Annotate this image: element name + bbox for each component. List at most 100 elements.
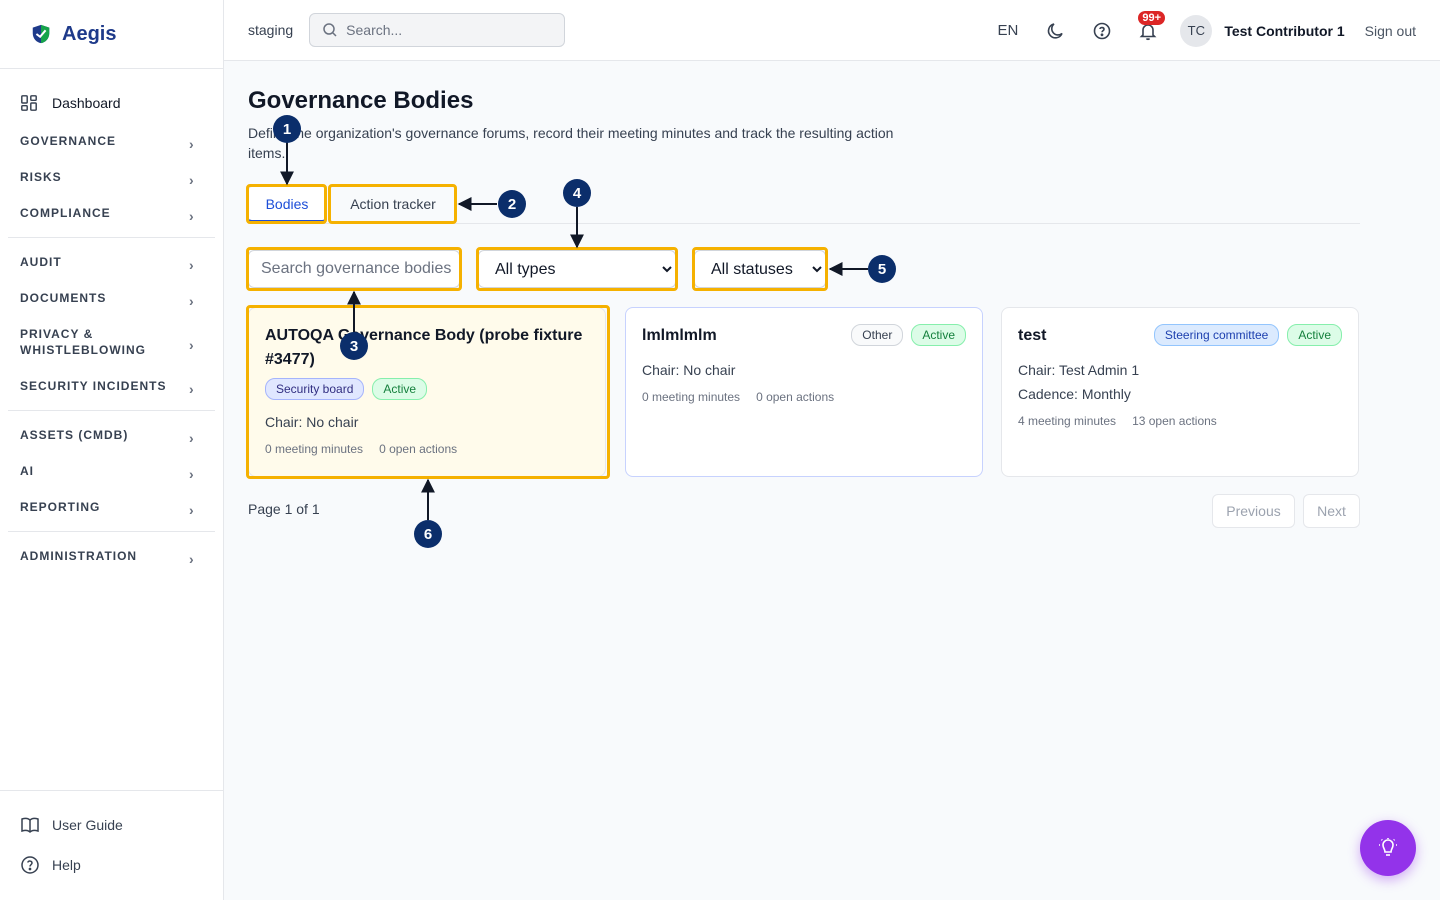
card-stats: 0 meeting minutes 0 open actions — [265, 442, 589, 456]
annotation-marker-2: 2 — [498, 190, 526, 218]
page-title: Governance Bodies — [248, 87, 474, 114]
sidebar-item-label: AI — [20, 464, 34, 478]
divider — [8, 410, 215, 411]
divider — [8, 531, 215, 532]
tab-bar: Bodies Action tracker — [248, 184, 1360, 224]
lightbulb-icon — [1379, 838, 1397, 856]
chevron-right-icon: › — [189, 136, 195, 152]
environment-label: staging — [248, 22, 294, 38]
sidebar-item-privacy[interactable]: PRIVACY & WHISTLEBLOWING › — [0, 316, 223, 368]
moon-icon[interactable] — [1046, 21, 1066, 41]
help-link[interactable]: Help — [0, 845, 223, 885]
chevron-right-icon: › — [189, 208, 195, 224]
notification-count-badge: 99+ — [1138, 10, 1165, 25]
topbar-right: EN 99+ TC Test Contributor 1 Sign out — [997, 0, 1416, 61]
sidebar-item-label: AUDIT — [20, 255, 62, 269]
tab-action-tracker[interactable]: Action tracker — [330, 186, 456, 222]
next-page-button[interactable]: Next — [1303, 494, 1360, 528]
avatar[interactable]: TC — [1180, 14, 1213, 47]
search-icon — [323, 23, 337, 37]
sidebar-item-assets[interactable]: ASSETS (CMDB) › — [0, 417, 223, 453]
governance-body-card[interactable]: test Steering committee Active Chair: Te… — [1001, 307, 1359, 477]
cadence-text: Cadence: Monthly — [1018, 386, 1131, 402]
sidebar-item-label: PRIVACY & WHISTLEBLOWING — [20, 327, 146, 357]
help-circle-icon — [21, 856, 39, 874]
brand[interactable]: Aegis — [0, 0, 223, 69]
status-badge: Active — [372, 378, 428, 400]
card-title: test — [1018, 327, 1047, 344]
sidebar-item-audit[interactable]: AUDIT › — [0, 244, 223, 280]
type-filter-select[interactable]: All types — [478, 250, 676, 288]
sidebar-item-compliance[interactable]: COMPLIANCE › — [0, 195, 223, 231]
card-badges: Other Active — [851, 324, 966, 346]
global-search[interactable] — [309, 13, 566, 47]
chevron-right-icon: › — [189, 337, 195, 353]
book-icon — [21, 817, 39, 834]
sidebar-item-label: ASSETS (CMDB) — [20, 428, 129, 442]
user-name[interactable]: Test Contributor 1 — [1224, 23, 1344, 39]
shield-logo-icon — [32, 24, 50, 44]
card-header: test Steering committee Active — [1018, 324, 1342, 348]
card-header: lmlmlmlm Other Active — [642, 324, 966, 348]
annotation-marker-4: 4 — [563, 179, 591, 207]
sidebar-item-ai[interactable]: AI › — [0, 453, 223, 489]
sidebar-item-documents[interactable]: DOCUMENTS › — [0, 280, 223, 316]
sidebar-item-administration[interactable]: ADMINISTRATION › — [0, 538, 223, 574]
sidebar-nav: Dashboard GOVERNANCE › RISKS › COMPLIANCE ›… — [0, 69, 223, 574]
governance-body-card[interactable]: lmlmlmlm Other Active Chair: No chair 0 … — [625, 307, 983, 477]
tab-bodies[interactable]: Bodies — [248, 186, 326, 222]
card-chair: Chair: Test Admin 1 Cadence: Monthly — [1018, 358, 1342, 406]
card-stats: 0 meeting minutes 0 open actions — [642, 390, 966, 404]
chevron-right-icon: › — [189, 293, 195, 309]
sidebar-item-label: DOCUMENTS — [20, 291, 107, 305]
card-badges: Steering committee Active — [1153, 324, 1342, 346]
meeting-minutes-count: 4 meeting minutes — [1018, 414, 1117, 428]
card-chair: Chair: No chair — [642, 362, 736, 378]
chevron-right-icon: › — [189, 172, 195, 188]
sidebar-item-label: RISKS — [20, 170, 62, 184]
chevron-right-icon: › — [189, 466, 195, 482]
type-badge: Security board — [265, 378, 365, 400]
card-stats: 4 meeting minutes 13 open actions — [1018, 414, 1342, 428]
sidebar-item-governance[interactable]: GOVERNANCE › — [0, 123, 223, 159]
type-badge: Other — [851, 324, 904, 346]
chevron-right-icon: › — [189, 430, 195, 446]
sidebar-item-label: COMPLIANCE — [20, 206, 111, 220]
previous-page-button[interactable]: Previous — [1212, 494, 1295, 528]
assistant-fab-button[interactable] — [1360, 820, 1416, 876]
user-guide-link[interactable]: User Guide — [0, 805, 223, 845]
sidebar-item-dashboard[interactable]: Dashboard — [0, 83, 223, 123]
open-actions-count: 0 open actions — [756, 390, 835, 404]
annotation-marker-5: 5 — [868, 255, 896, 283]
open-actions-count: 0 open actions — [379, 442, 458, 456]
annotation-marker-3: 3 — [340, 332, 368, 360]
sidebar-item-label: SECURITY INCIDENTS — [20, 379, 167, 393]
help-label: Help — [52, 857, 81, 873]
chair-text: Chair: Test Admin 1 — [1018, 362, 1140, 378]
sign-out-button[interactable]: Sign out — [1365, 23, 1416, 39]
status-badge: Active — [911, 324, 966, 346]
status-filter-select[interactable]: All statuses — [694, 250, 826, 288]
card-chair: Chair: No chair — [265, 414, 359, 430]
divider — [8, 237, 215, 238]
governance-body-card[interactable]: AUTOQA Governance Body (probe fixture #3… — [248, 307, 606, 477]
help-circle-icon[interactable] — [1092, 21, 1112, 41]
sidebar-item-label: ADMINISTRATION — [20, 549, 138, 563]
card-title: AUTOQA Governance Body (probe fixture #3… — [265, 327, 583, 368]
type-badge: Steering committee — [1153, 324, 1280, 346]
language-switcher[interactable]: EN — [997, 22, 1018, 39]
sidebar-item-reporting[interactable]: REPORTING › — [0, 489, 223, 525]
chevron-right-icon: › — [189, 502, 195, 518]
card-title: lmlmlmlm — [642, 327, 717, 344]
sidebar-item-security-incidents[interactable]: SECURITY INCIDENTS › — [0, 368, 223, 404]
body-search-input[interactable] — [248, 250, 460, 288]
sidebar-item-risks[interactable]: RISKS › — [0, 159, 223, 195]
open-actions-count: 13 open actions — [1132, 414, 1217, 428]
user-guide-label: User Guide — [52, 817, 123, 833]
notifications-button[interactable]: 99+ — [1138, 10, 1165, 41]
chevron-right-icon: › — [189, 551, 195, 567]
sidebar-item-label: REPORTING — [20, 500, 101, 514]
status-badge: Active — [1287, 324, 1342, 346]
card-badges: Security board Active — [265, 378, 589, 400]
global-search-input[interactable] — [346, 22, 547, 38]
